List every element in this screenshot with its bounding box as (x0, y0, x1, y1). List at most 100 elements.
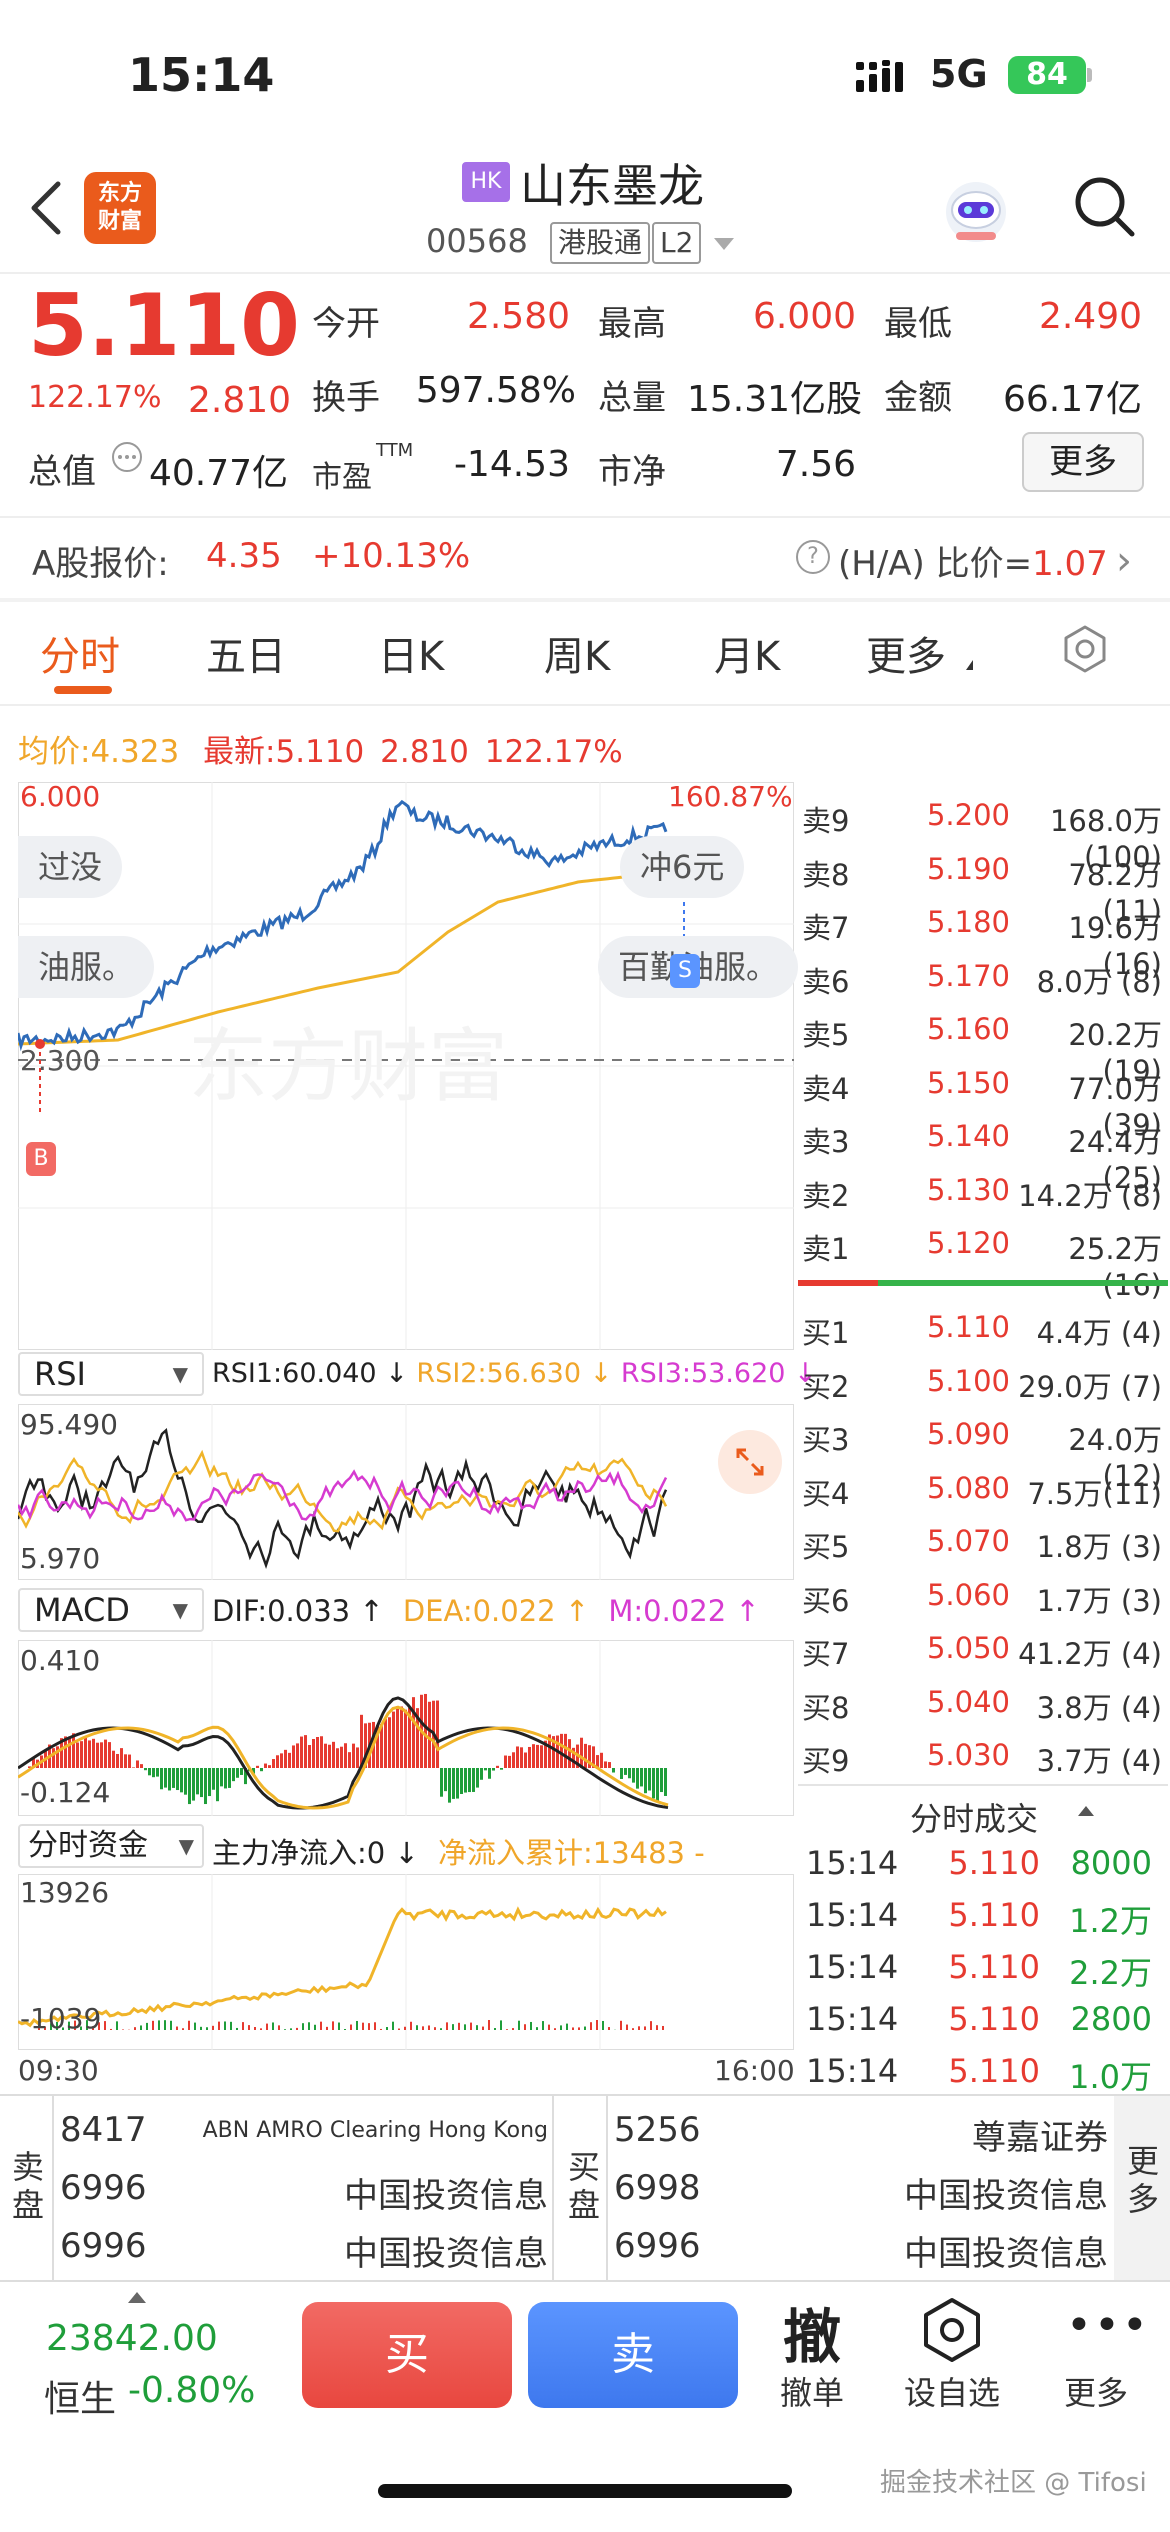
trade-price: 5.110 (948, 1896, 1040, 1934)
bid-row[interactable]: 买1 5.110 4.4万 (4) (798, 1300, 1168, 1352)
trades-title[interactable]: 分时成交 (910, 1794, 1038, 1840)
ask-row[interactable]: 卖4 5.150 77.0万(39) (798, 1056, 1168, 1142)
bid-price: 5.050 (926, 1631, 1010, 1665)
fund-indicator-select[interactable]: 分时资金 ▼ (18, 1824, 204, 1868)
sell-broker-id[interactable]: 6996 (60, 2226, 147, 2266)
tab-intraday[interactable]: 分时 (40, 624, 120, 682)
bid-row[interactable]: 买5 5.070 1.8万 (3) (798, 1514, 1168, 1566)
ask-row[interactable]: 卖7 5.180 19.6万(16) (798, 895, 1168, 981)
ha-ratio[interactable]: (H/A) 比价=1.07 (838, 536, 1108, 585)
buy-broker-id[interactable]: 6996 (614, 2226, 701, 2266)
sell-marker[interactable]: S (670, 954, 700, 988)
ask-row[interactable]: 卖1 5.120 25.2万(16) (798, 1216, 1168, 1302)
divider (0, 598, 1170, 602)
bid-price: 5.090 (926, 1417, 1010, 1451)
tab-weekly-k[interactable]: 周K (544, 624, 610, 682)
add-watchlist-icon[interactable] (918, 2296, 986, 2364)
cancel-order-icon[interactable]: 撤 (752, 2290, 872, 2374)
stock-name[interactable]: 山东墨龙 (520, 150, 704, 216)
ask-row[interactable]: 卖9 5.200 168.0万(100) (798, 788, 1168, 874)
sell-queue-label: 卖盘 (12, 2148, 45, 2224)
trade-row[interactable]: 15:14 5.110 2.2万 (798, 1942, 1168, 1994)
more-dots-icon[interactable]: ••• (1066, 2300, 1148, 2351)
robot-assistant-icon[interactable] (938, 172, 1014, 248)
fund-chart[interactable] (18, 1874, 794, 2050)
divider (798, 1784, 1168, 1786)
chart-legend: 均价:4.323 最新:5.110 2.810 122.17% (18, 734, 623, 770)
home-indicator[interactable] (378, 2484, 792, 2498)
trade-row[interactable]: 15:14 5.110 1.2万 (798, 1890, 1168, 1942)
trade-row[interactable]: 15:14 5.110 2800 (798, 1994, 1168, 2046)
turnover-value: 597.58% (415, 370, 576, 411)
sell-button[interactable]: 卖 (528, 2302, 738, 2408)
index-percent[interactable]: -0.80% (128, 2370, 255, 2411)
sell-broker-id[interactable]: 8417 (60, 2110, 147, 2150)
info-dots-icon[interactable] (110, 440, 144, 474)
comment-bubble-left-2[interactable]: 油服。 (18, 936, 155, 998)
expand-icon[interactable] (716, 1428, 784, 1496)
macd-chart[interactable] (18, 1640, 794, 1816)
chevron-right-icon[interactable]: › (1116, 538, 1132, 584)
bid-row[interactable]: 买8 5.040 3.8万 (4) (798, 1675, 1168, 1727)
change-amount: 2.810 (188, 380, 292, 421)
trade-volume: 8000 (1070, 1844, 1152, 1882)
trade-row[interactable]: 15:14 5.110 1.0万 (798, 2046, 1168, 2098)
sell-broker-name[interactable]: ABN AMRO Clearing Hong Kong (160, 2110, 548, 2143)
ask-row[interactable]: 卖2 5.130 14.2万 (8) (798, 1163, 1168, 1215)
trade-volume: 1.2万 (1069, 1902, 1152, 1940)
trade-row[interactable]: 15:14 5.110 8000 (798, 1838, 1168, 1890)
tab-more[interactable]: 更多 (866, 624, 946, 682)
tab-monthly-k[interactable]: 月K (714, 624, 780, 682)
buy-broker-id[interactable]: 6998 (614, 2168, 701, 2208)
divider (0, 704, 1170, 706)
ask-row[interactable]: 卖5 5.160 20.2万(19) (798, 1002, 1168, 1088)
ashare-percent: +10.13% (312, 536, 471, 576)
caret-down-icon[interactable] (714, 238, 734, 250)
rsi-chart[interactable] (18, 1404, 794, 1580)
bid-row[interactable]: 买7 5.050 41.2万 (4) (798, 1621, 1168, 1673)
buy-broker-name[interactable]: 尊嘉证券 (720, 2110, 1108, 2159)
ask-label: 卖9 (802, 804, 850, 838)
buy-broker-id[interactable]: 5256 (614, 2110, 701, 2150)
more-button[interactable]: 更多 (1022, 432, 1144, 492)
bid-row[interactable]: 买9 5.030 3.7万 (4) (798, 1728, 1168, 1780)
buy-broker-name[interactable]: 中国投资信息 (720, 2168, 1108, 2217)
macd-indicator-select[interactable]: MACD ▼ (18, 1588, 204, 1632)
index-value[interactable]: 23842.00 (46, 2318, 218, 2359)
broker-more-button[interactable]: 更多 (1114, 2096, 1170, 2280)
caret-up-icon[interactable] (1078, 1806, 1094, 1816)
bid-row[interactable]: 买6 5.060 1.7万 (3) (798, 1568, 1168, 1620)
comment-bubble-right-1[interactable]: 冲6元 (620, 836, 745, 898)
bid-row[interactable]: 买2 5.100 29.0万 (7) (798, 1354, 1168, 1406)
add-watchlist-label[interactable]: 设自选 (892, 2368, 1012, 2414)
trade-price: 5.110 (948, 2000, 1040, 2038)
comment-bubble-left-1[interactable]: 过没 (18, 836, 123, 898)
help-icon[interactable]: ? (796, 540, 830, 574)
sell-broker-name[interactable]: 中国投资信息 (160, 2226, 548, 2275)
watermark: 掘金技术社区 @ Tifosi (880, 2468, 1147, 2498)
index-name[interactable]: 恒生 (44, 2370, 116, 2422)
ask-row[interactable]: 卖6 5.170 8.0万 (8) (798, 949, 1168, 1001)
bid-label: 买2 (802, 1369, 850, 1404)
rsi-indicator-select[interactable]: RSI ▼ (18, 1352, 204, 1396)
tab-daily-k[interactable]: 日K (378, 624, 444, 682)
ask-row[interactable]: 卖8 5.190 78.2万(11) (798, 842, 1168, 928)
back-icon[interactable] (24, 176, 68, 240)
bid-row[interactable]: 买4 5.080 7.5万(11) (798, 1461, 1168, 1513)
cancel-order-label[interactable]: 撤单 (752, 2368, 872, 2414)
gear-icon[interactable] (1060, 624, 1110, 674)
buy-marker[interactable]: B (26, 1142, 56, 1176)
buy-broker-name[interactable]: 中国投资信息 (720, 2226, 1108, 2275)
bid-label: 买3 (802, 1423, 850, 1457)
bid-row[interactable]: 买3 5.090 24.0万(12) (798, 1407, 1168, 1493)
more-label[interactable]: 更多 (1036, 2368, 1156, 2414)
index-toggle-icon[interactable] (128, 2292, 146, 2303)
search-icon[interactable] (1070, 172, 1138, 240)
buy-button[interactable]: 买 (302, 2302, 512, 2408)
sell-broker-id[interactable]: 6996 (60, 2168, 147, 2208)
tab-five-day[interactable]: 五日 (206, 624, 286, 682)
time-axis-start: 09:30 (18, 2054, 99, 2087)
ask-row[interactable]: 卖3 5.140 24.4万(25) (798, 1109, 1168, 1195)
sell-broker-name[interactable]: 中国投资信息 (160, 2168, 548, 2217)
high-value: 6.000 (752, 296, 856, 337)
